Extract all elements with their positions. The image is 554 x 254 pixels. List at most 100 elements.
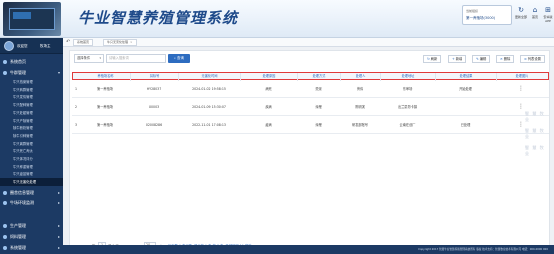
system-nav-icon — [3, 246, 7, 250]
cell-method: 深埋 — [315, 105, 322, 109]
cell-time: 2022-11-01 17:08:13 — [192, 123, 226, 127]
nav-section-feed[interactable]: 饲料管理 ▸ — [0, 232, 63, 241]
nav-section-system[interactable]: 系统管理 ▸ — [0, 243, 63, 252]
cell-reason: 疫病 — [265, 123, 272, 127]
herd-nav-icon — [3, 71, 7, 75]
search-button[interactable]: ⌕ 查询 — [168, 54, 190, 63]
table-row[interactable]: 3 第一养殖场 02008286 2022-11-01 17:08:13 疫病 深埋 研发部… — [72, 117, 549, 134]
cell-time: 2024-01-09 15:30:07 — [192, 105, 226, 109]
col-result[interactable]: 处理结果 — [436, 73, 497, 81]
condition-select[interactable]: 选择条件 ▾ — [74, 54, 104, 63]
nav-section-pen[interactable]: 圈舍信息管理 ▸ — [0, 188, 63, 197]
cell-idx: 2 — [74, 105, 78, 109]
cell-reason: 病死 — [265, 87, 272, 91]
table-row[interactable]: 1 第一养殖场 HY28037 2024-01-02 19:58:15 病死 焚烧 黄伟 东审… — [72, 81, 549, 98]
col-photo[interactable]: 处理图片 — [497, 73, 547, 81]
refresh-icon: ↻ — [518, 6, 524, 14]
app-title: 牛业智慧养殖管理系统 — [78, 9, 239, 27]
plus-icon: + — [452, 57, 455, 61]
app-label: 安卓版APP — [543, 15, 553, 23]
cell-address: 出兰蒙昂卡镇 — [397, 105, 418, 109]
col-farm[interactable]: 养殖场名称 — [81, 73, 131, 81]
edit-button[interactable]: ✎编辑 — [472, 55, 491, 63]
home-icon: ⌂ — [532, 6, 538, 14]
back-icon[interactable]: ↶ — [66, 39, 70, 45]
cell-farm: 第一养殖场 — [97, 123, 113, 127]
cell-address: 东审场 — [402, 87, 413, 91]
refresh-icon: ↻ — [427, 57, 430, 61]
photo-thumbnail-icon[interactable]: ⋮ — [517, 120, 525, 130]
chevron-right-icon: ▸ — [57, 223, 60, 228]
main-area: ↶ 系统首页 牛只无害化处理 × 选择条件 ▾ 请输入搜索词 ⌕ 查询 ↻刷新 +… — [63, 38, 554, 254]
cell-farm: 第一养殖场 — [97, 87, 113, 91]
cell-result: 已处理 — [460, 123, 471, 127]
edit-icon: ✎ — [476, 57, 479, 61]
close-icon[interactable]: × — [130, 40, 133, 44]
col-reason[interactable]: 处理原因 — [241, 73, 298, 81]
app-header: 牛业智慧养殖管理系统 当前组织 第一养殖场(3000) ↻ 更新全部 ⌂ 首页 … — [0, 0, 554, 38]
chevron-right-icon: ▸ — [57, 245, 60, 250]
cell-address: 云南在创厂 — [399, 123, 416, 127]
col-time[interactable]: 无害化时间 — [179, 73, 241, 81]
env-nav-icon — [3, 201, 7, 205]
org-label: 当前组织 — [466, 9, 479, 13]
app-icon: ⊞ — [545, 6, 551, 14]
app-download-button[interactable]: ⊞ 安卓版APP — [541, 6, 554, 23]
user-role: 牧场主 — [40, 44, 51, 48]
col-method[interactable]: 处理方式 — [298, 73, 341, 81]
chevron-right-icon: ▸ — [57, 190, 60, 195]
home-button[interactable]: ⌂ 首页 — [528, 6, 542, 19]
feed-nav-icon — [3, 235, 7, 239]
nav-section-production[interactable]: 生产管理 ▸ — [0, 221, 63, 230]
table-row[interactable]: 2 第一养殖场 X0003 2024-01-09 15:30:07 疾病 深埋 陈明滨 出兰蒙… — [72, 99, 549, 116]
cell-result — [435, 99, 496, 116]
watermark: 智 慧 牧 业 — [525, 128, 545, 139]
org-selector[interactable]: 当前组织 第一养殖场(3000) — [462, 5, 512, 25]
nav-section-herd[interactable]: 牛群管理 ▾ — [0, 68, 63, 77]
chevron-down-icon: ▾ — [99, 56, 101, 60]
refresh-label: 更新全部 — [514, 15, 527, 19]
photo-thumbnail-icon[interactable]: ⋮ — [517, 84, 525, 94]
chevron-right-icon: ▸ — [57, 234, 60, 239]
cell-ear: 02008286 — [145, 123, 163, 127]
cell-idx: 1 — [74, 87, 78, 91]
col-person[interactable]: 处理人 — [341, 73, 381, 81]
nav-section-home[interactable]: 系统首页 — [0, 57, 63, 66]
col-ear[interactable]: 耳标号 — [131, 73, 179, 81]
pen-nav-icon — [3, 191, 7, 195]
cell-time: 2024-01-02 19:58:15 — [192, 87, 226, 91]
avatar — [4, 41, 14, 51]
tab-home[interactable]: 系统首页 — [73, 39, 94, 46]
refresh-all-button[interactable]: ↻ 更新全部 — [514, 6, 528, 19]
cell-result: 开始处理 — [459, 87, 472, 91]
col-address[interactable]: 处理地址 — [381, 73, 436, 81]
user-panel: 欢迎您 牧场主 — [0, 38, 63, 54]
nav-section-env[interactable]: 牛场环境监测 ▸ — [0, 198, 63, 207]
cell-method: 焚烧 — [315, 87, 322, 91]
welcome-text: 欢迎您 — [17, 44, 28, 48]
org-value: 第一养殖场(3000) — [466, 16, 496, 20]
production-nav-icon — [3, 224, 7, 228]
cell-farm: 第一养殖场 — [97, 105, 113, 109]
cell-ear: X0003 — [148, 105, 160, 109]
chevron-right-icon: ▸ — [57, 200, 60, 205]
refresh-button[interactable]: ↻刷新 — [423, 55, 442, 63]
add-button[interactable]: +新增 — [448, 55, 467, 63]
delete-button[interactable]: ✕删除 — [496, 55, 515, 63]
tab-bar: ↶ 系统首页 牛只无害化处理 × — [63, 38, 554, 47]
cell-reason: 疾病 — [265, 105, 272, 109]
table-header: 养殖场名称 耳标号 无害化时间 处理原因 处理方式 处理人 处理地址 处理结果 … — [72, 72, 549, 81]
column-settings-button[interactable]: ≡列表设置 — [520, 55, 545, 63]
tab-disposal[interactable]: 牛只无害化处理 × — [103, 39, 137, 46]
cell-person: 研发部账号 — [352, 123, 368, 127]
cell-person: 黄伟 — [356, 87, 364, 91]
trash-icon: ✕ — [500, 57, 503, 61]
watermark: 智 慧 牧 业 — [525, 111, 545, 122]
search-input[interactable]: 请输入搜索词 — [106, 54, 166, 63]
content-panel: 选择条件 ▾ 请输入搜索词 ⌕ 查询 ↻刷新 +新增 ✎编辑 ✕删除 ≡列表设置… — [69, 50, 550, 250]
sidebar-item-active[interactable]: 牛只无害化处理 — [0, 178, 63, 186]
list-icon: ≡ — [524, 57, 527, 61]
cell-person: 陈明滨 — [355, 105, 365, 109]
photo-thumbnail-icon[interactable]: ⋮ — [517, 102, 525, 112]
home-nav-icon — [3, 60, 7, 64]
